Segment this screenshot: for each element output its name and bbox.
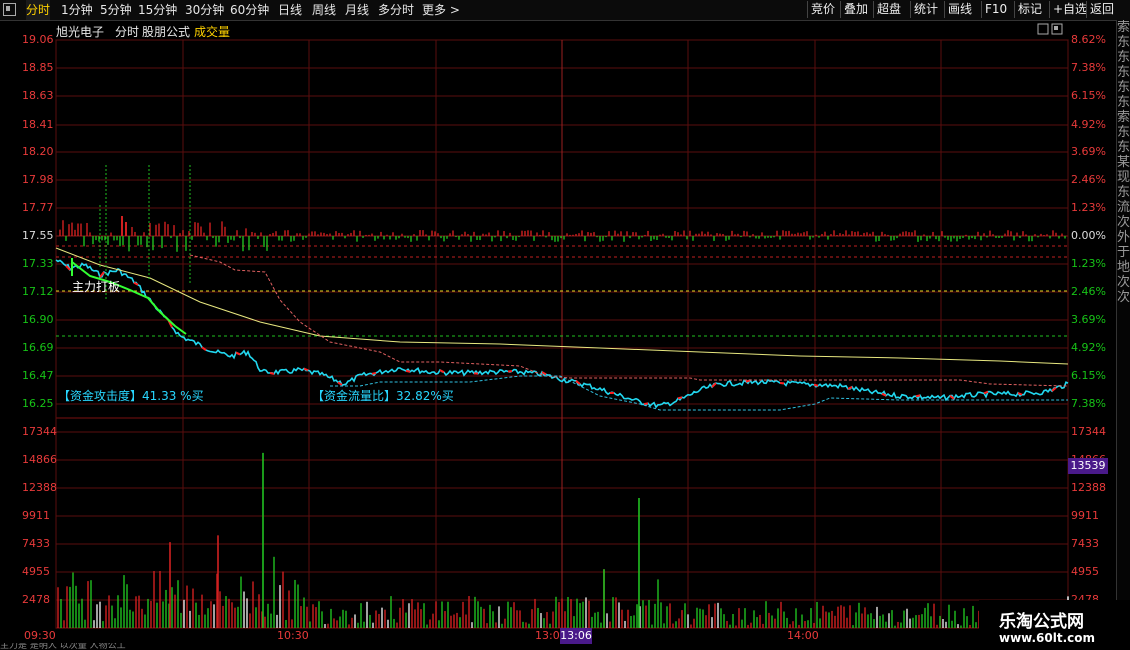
vr-tick: 7433 [1071, 537, 1099, 550]
time-tick: 10:30 [277, 629, 309, 642]
yl-tick: 18.20 [22, 145, 54, 158]
vl-tick: 14866 [22, 453, 57, 466]
price-up-segment [269, 372, 275, 375]
watermark: 乐淘公式网 www.60lt.com [979, 600, 1130, 650]
yl-tick: 16.69 [22, 341, 54, 354]
yl-tick: 17.77 [22, 201, 54, 214]
watermark-url: www.60lt.com [999, 631, 1096, 645]
time-tick: 09:30 [24, 629, 56, 642]
yr-tick: 1.23% [1071, 201, 1106, 214]
yr-tick: 6.15% [1071, 369, 1106, 382]
yr-tick: 3.69% [1071, 313, 1106, 326]
price-up-segment [711, 382, 717, 388]
price-up-segment [371, 371, 377, 375]
price-up-segment [405, 369, 411, 373]
vl-tick: 9911 [22, 509, 50, 522]
price-up-segment [439, 369, 445, 374]
price-up-segment [915, 394, 921, 398]
yr-tick: 4.92% [1071, 341, 1106, 354]
price-up-segment [677, 396, 683, 400]
yr-tick: 1.23% [1071, 257, 1106, 270]
price-up-segment [813, 383, 819, 387]
time-tick: 13:0 [535, 629, 560, 642]
yl-tick: 16.25 [22, 397, 54, 410]
time-tick: 14:00 [787, 629, 819, 642]
price-up-segment [949, 394, 955, 400]
yr-tick: 4.92% [1071, 118, 1106, 131]
yl-tick: 18.63 [22, 89, 54, 102]
watermark-title: 乐淘公式网 [999, 612, 1084, 632]
yr-tick: 7.38% [1071, 61, 1106, 74]
vl-tick: 4955 [22, 565, 50, 578]
volume-cursor-badge: 13539 [1068, 458, 1108, 474]
yl-tick: 17.55 [22, 229, 54, 242]
yr-tick: 3.69% [1071, 145, 1106, 158]
yr-tick: 2.46% [1071, 173, 1106, 186]
vl-tick: 7433 [22, 537, 50, 550]
attack-degree-label: 【资金攻击度】41.33 %买 [58, 389, 204, 403]
price-up-segment [575, 380, 581, 385]
yl-tick: 18.85 [22, 61, 54, 74]
price-up-segment [745, 379, 751, 383]
stock-name: 旭光电子 [56, 25, 105, 39]
yr-tick: 8.62% [1071, 33, 1106, 46]
vr-tick: 4955 [1071, 565, 1099, 578]
vl-tick: 12388 [22, 481, 57, 494]
formula-label: 股朋公式 [142, 25, 191, 39]
bottom-status-text: 主力是 是明人 以次量 人物公工 [0, 643, 126, 650]
yl-tick: 19.06 [22, 33, 54, 46]
yl-tick: 16.90 [22, 313, 54, 326]
vr-tick: 17344 [1071, 425, 1106, 438]
vr-tick: 12388 [1071, 481, 1106, 494]
yl-tick: 17.98 [22, 173, 54, 186]
yr-tick: 0.00% [1071, 229, 1106, 242]
yl-tick: 17.33 [22, 257, 54, 270]
side-panel-text: 索东东东东东索东东某现东流次外于地次次 [1116, 20, 1130, 650]
zoom-icon-inner [1054, 26, 1058, 30]
vr-tick: 9911 [1071, 509, 1099, 522]
yl-tick: 16.47 [22, 369, 54, 382]
settings-icon [1037, 23, 1049, 35]
price-up-segment [1051, 386, 1057, 392]
yl-tick: 17.12 [22, 285, 54, 298]
price-up-segment [643, 402, 649, 406]
chart-canvas [55, 23, 1069, 629]
crosshair-time-badge: 13:06 [560, 628, 592, 644]
indicator-label: 成交量 [194, 25, 231, 39]
main-force-annotation: 主力打板 [72, 280, 121, 294]
yr-tick: 7.38% [1071, 397, 1106, 410]
flow-ratio-label: 【资金流量比】32.82%买 [312, 389, 454, 403]
yr-tick: 6.15% [1071, 89, 1106, 102]
vl-tick: 17344 [22, 425, 57, 438]
yr-tick: 2.46% [1071, 285, 1106, 298]
vl-tick: 2478 [22, 593, 50, 606]
yl-tick: 18.41 [22, 118, 54, 131]
mode-label: 分时 [115, 25, 140, 39]
price-up-segment [235, 351, 241, 356]
